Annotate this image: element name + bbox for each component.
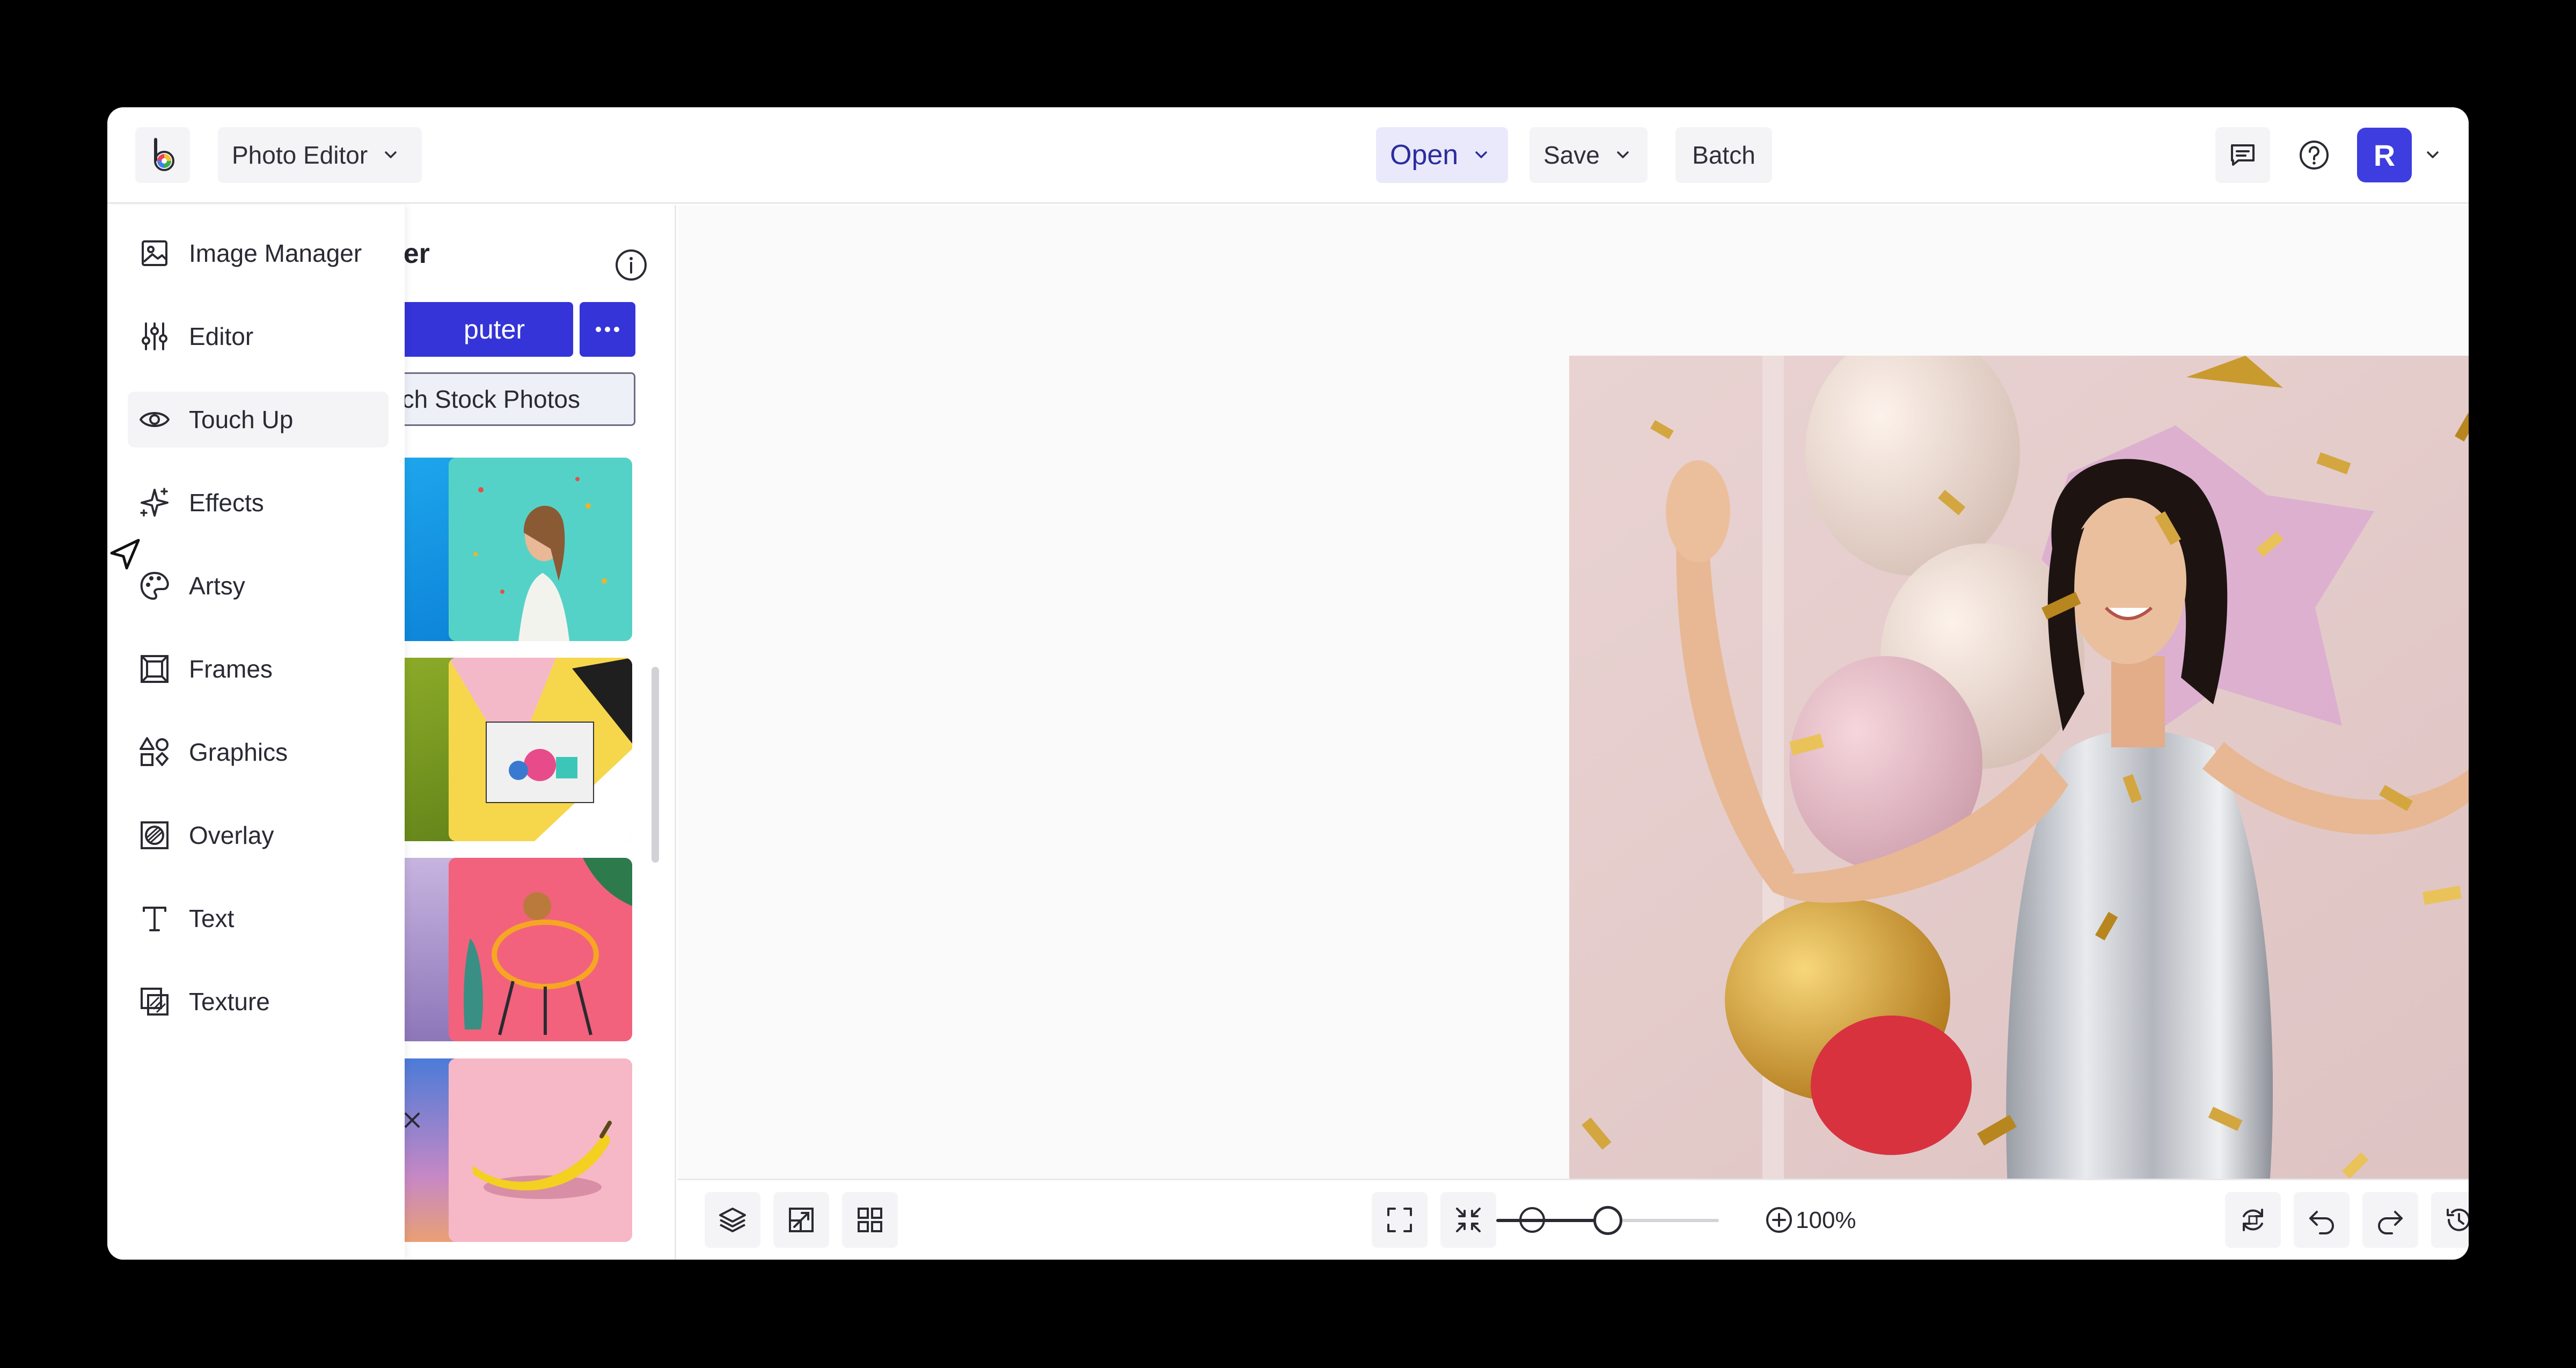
- undo-icon: [2309, 1211, 2334, 1234]
- main-photo[interactable]: [1569, 356, 2469, 1217]
- actual-size-button[interactable]: [1440, 1192, 1496, 1248]
- frame-icon: [141, 655, 169, 683]
- nav-label: Texture: [189, 988, 270, 1016]
- chevron-down-icon: [1617, 151, 1629, 158]
- zoom-slider[interactable]: [1496, 1206, 1719, 1235]
- app-switcher-dropdown[interactable]: Photo Editor: [218, 127, 422, 183]
- nav-item-effects[interactable]: Effects: [128, 475, 389, 531]
- thumbnail-memphis[interactable]: [449, 658, 632, 841]
- save-dropdown-button[interactable]: Save: [1529, 127, 1648, 183]
- layers-button[interactable]: [705, 1192, 760, 1248]
- logo-icon: [154, 138, 174, 171]
- comment-icon: [2231, 144, 2255, 166]
- banana-image: [449, 1058, 632, 1242]
- image-icon: [142, 240, 167, 266]
- fit-to-screen-button[interactable]: [1372, 1192, 1428, 1248]
- memphis-pattern-image: [449, 658, 632, 841]
- chevron-down-icon: [1475, 151, 1487, 158]
- expand-icon: [1387, 1208, 1412, 1232]
- shapes-icon: [140, 737, 169, 766]
- top-bar: Photo Editor Open Save Batch R: [107, 107, 2469, 204]
- resize-button[interactable]: [773, 1192, 829, 1248]
- panel-scrollbar[interactable]: [652, 667, 659, 863]
- nav-item-graphics[interactable]: Graphics: [128, 724, 389, 780]
- chevron-down-icon[interactable]: [2424, 146, 2442, 164]
- compress-icon: [1456, 1208, 1481, 1232]
- nav-label: Overlay: [189, 821, 274, 849]
- celebration-photo: [1569, 356, 2469, 1217]
- app-window: Photo Editor Open Save Batch R ger puter: [107, 107, 2469, 1260]
- nav-item-text[interactable]: Text: [128, 891, 389, 946]
- chevron-down-icon: [385, 151, 397, 158]
- thumbnail-chair[interactable]: [449, 858, 632, 1041]
- grid-view-button[interactable]: [842, 1192, 898, 1248]
- undo-button[interactable]: [2294, 1192, 2350, 1248]
- nav-label: Artsy: [189, 572, 245, 600]
- upload-computer-label: puter: [464, 314, 525, 344]
- comments-button[interactable]: [2215, 127, 2270, 183]
- pointer-arrow-icon: [110, 539, 140, 570]
- nav-label: Graphics: [189, 738, 288, 766]
- nav-item-touch-up[interactable]: Touch Up: [128, 392, 389, 447]
- zoom-in-icon: [1766, 1207, 1792, 1233]
- search-stock-label: ch Stock Photos: [401, 385, 580, 413]
- woman-confetti-image: [449, 458, 632, 641]
- nav-item-overlay[interactable]: Overlay: [128, 807, 389, 863]
- nav-label: Image Manager: [189, 239, 362, 267]
- layers-icon: [719, 1208, 746, 1232]
- nav-label: Touch Up: [189, 406, 294, 433]
- nav-item-texture[interactable]: Texture: [128, 974, 389, 1029]
- help-button[interactable]: [2286, 127, 2342, 183]
- nav-label: Frames: [189, 655, 273, 683]
- zoom-slider-knob[interactable]: [1593, 1206, 1622, 1235]
- batch-button[interactable]: Batch: [1675, 127, 1772, 183]
- chair-plant-image: [449, 858, 632, 1041]
- text-icon: [143, 907, 166, 931]
- save-label: Save: [1543, 141, 1600, 169]
- open-label: Open: [1390, 139, 1459, 171]
- zoom-level-readout: 100%: [1796, 1207, 1856, 1233]
- history-button[interactable]: [2431, 1192, 2469, 1248]
- eye-icon: [140, 412, 170, 427]
- nav-item-artsy[interactable]: Artsy: [128, 558, 389, 614]
- sparkles-icon: [140, 488, 169, 517]
- reset-button[interactable]: [2225, 1192, 2281, 1248]
- nav-label: Text: [189, 904, 235, 932]
- history-icon: [2447, 1208, 2469, 1231]
- redo-icon: [2378, 1211, 2403, 1234]
- overlay-icon: [141, 821, 169, 849]
- nav-item-frames[interactable]: Frames: [128, 641, 389, 697]
- bottom-toolbar: 100%: [678, 1179, 2469, 1260]
- thumbnail-banana[interactable]: [449, 1058, 632, 1242]
- thumbnail-woman-confetti[interactable]: [449, 458, 632, 641]
- nav-label: Effects: [189, 489, 264, 517]
- user-avatar[interactable]: R: [2357, 128, 2412, 182]
- palette-icon: [140, 572, 169, 600]
- refresh-icon: [2243, 1209, 2263, 1231]
- editor-canvas[interactable]: [678, 205, 2469, 1217]
- texture-icon: [141, 988, 169, 1016]
- info-icon[interactable]: [614, 248, 648, 282]
- tools-nav-menu: Image Manager Editor Touch Up Effects Ar…: [107, 205, 405, 1260]
- help-icon: [2300, 141, 2329, 170]
- app-switcher-label: Photo Editor: [232, 141, 368, 169]
- close-icon[interactable]: [401, 1109, 423, 1131]
- redo-button[interactable]: [2362, 1192, 2418, 1248]
- batch-label: Batch: [1692, 141, 1755, 169]
- nav-item-editor[interactable]: Editor: [128, 308, 389, 364]
- sliders-icon: [142, 322, 167, 350]
- nav-label: Editor: [189, 322, 254, 350]
- app-logo-button[interactable]: [135, 127, 190, 183]
- more-options-button[interactable]: [580, 302, 635, 357]
- open-dropdown-button[interactable]: Open: [1376, 127, 1508, 183]
- grid-icon: [858, 1208, 882, 1232]
- zoom-slider-fill: [1496, 1219, 1608, 1222]
- nav-item-image-manager[interactable]: Image Manager: [128, 225, 389, 281]
- more-horizontal-icon: [596, 327, 619, 332]
- resize-icon: [789, 1208, 814, 1232]
